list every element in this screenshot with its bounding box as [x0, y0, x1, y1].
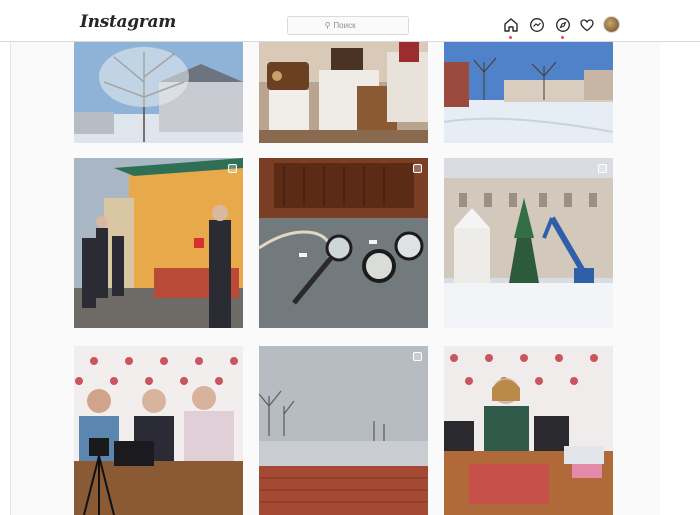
post-magnifier-compass[interactable]: [259, 158, 428, 328]
post-foggy-field[interactable]: [259, 346, 428, 515]
post-christmas-tree-crane[interactable]: [444, 158, 613, 328]
post-women-at-table[interactable]: [74, 346, 243, 515]
instagram-logo[interactable]: Instagram: [80, 12, 176, 32]
post-tree-snow[interactable]: [74, 42, 243, 143]
post-people-yellow-building[interactable]: [74, 158, 243, 328]
search-box[interactable]: ⚲: [287, 16, 409, 35]
multiple-photos-icon: [413, 164, 422, 173]
search-icon: ⚲: [324, 21, 331, 30]
search-input[interactable]: [333, 21, 372, 30]
home-icon[interactable]: [503, 17, 519, 33]
post-snowy-courtyard[interactable]: [444, 42, 613, 143]
explore-notification-dot: [561, 36, 564, 39]
multiple-photos-icon: [228, 164, 237, 173]
heart-icon[interactable]: [579, 17, 595, 33]
right-page-edge: [660, 42, 700, 515]
messenger-icon[interactable]: [529, 17, 545, 33]
left-page-edge: [0, 42, 11, 515]
multiple-photos-icon: [413, 352, 422, 361]
explore-icon[interactable]: [555, 17, 571, 33]
home-active-dot: [509, 36, 512, 39]
post-woman-laptop[interactable]: [444, 346, 613, 515]
avatar[interactable]: [603, 16, 620, 33]
multiple-photos-icon: [598, 164, 607, 173]
top-navigation-bar: Instagram ⚲: [0, 0, 700, 42]
post-museum-radios[interactable]: [259, 42, 428, 143]
